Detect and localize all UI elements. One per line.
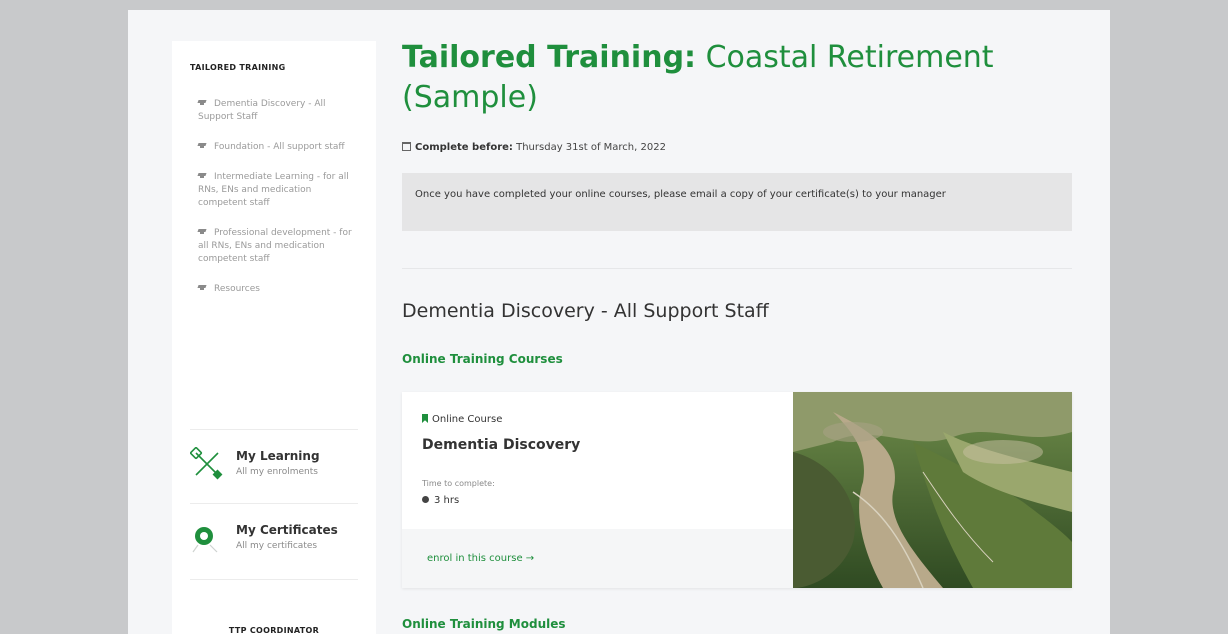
sidebar-item-label: Professional development - for all RNs, … bbox=[198, 228, 352, 264]
sidebar-nav: Dementia Discovery - All Support Staff F… bbox=[198, 98, 354, 313]
complete-before-label: Complete before: bbox=[415, 142, 513, 153]
courses-heading: Online Training Courses bbox=[402, 352, 563, 366]
time-to-complete: 3 hrs bbox=[422, 495, 459, 506]
sidebar-item-professional-development[interactable]: Professional development - for all RNs, … bbox=[198, 227, 354, 266]
sidebar-item-resources[interactable]: Resources bbox=[198, 283, 354, 296]
my-certificates-link[interactable]: My Certificates All my certificates bbox=[190, 519, 360, 563]
my-certificates-subtitle: All my certificates bbox=[236, 541, 318, 551]
sidebar-item-label: Foundation - All support staff bbox=[214, 142, 345, 152]
clock-icon bbox=[422, 496, 429, 503]
graduation-cap-icon bbox=[198, 173, 206, 178]
my-learning-subtitle: All my enrolments bbox=[236, 467, 318, 477]
graduation-cap-icon bbox=[198, 100, 206, 105]
calendar-icon bbox=[402, 142, 411, 151]
sidebar-divider bbox=[190, 429, 358, 430]
sidebar-divider bbox=[190, 579, 358, 580]
page-title-bold: Tailored Training: bbox=[402, 40, 697, 75]
sidebar: TAILORED TRAINING Dementia Discovery - A… bbox=[172, 41, 376, 634]
course-image bbox=[793, 392, 1072, 588]
graduation-cap-icon bbox=[198, 229, 206, 234]
course-card-body: Online Course Dementia Discovery Time to… bbox=[402, 392, 793, 588]
notice-box: Once you have completed your online cour… bbox=[402, 173, 1072, 231]
sidebar-item-label: Resources bbox=[214, 284, 260, 294]
divider bbox=[402, 268, 1072, 269]
my-learning-link[interactable]: My Learning All my enrolments bbox=[190, 445, 360, 489]
course-card-footer: enrol in this course → bbox=[402, 529, 793, 588]
graduation-cap-icon bbox=[198, 143, 206, 148]
my-certificates-title: My Certificates bbox=[236, 523, 338, 537]
sidebar-item-intermediate-learning[interactable]: Intermediate Learning - for all RNs, ENs… bbox=[198, 171, 354, 210]
coordinator-heading: TTP COORDINATOR bbox=[228, 626, 320, 634]
section-title: Dementia Discovery - All Support Staff bbox=[402, 300, 769, 322]
sidebar-item-foundation[interactable]: Foundation - All support staff bbox=[198, 141, 354, 154]
award-badge-icon bbox=[192, 527, 218, 553]
landscape-image bbox=[793, 392, 1072, 588]
page: TAILORED TRAINING Dementia Discovery - A… bbox=[128, 10, 1110, 634]
page-title: Tailored Training: Coastal Retirement (S… bbox=[402, 38, 1062, 118]
sidebar-item-label: Intermediate Learning - for all RNs, ENs… bbox=[198, 172, 349, 208]
tools-icon bbox=[190, 447, 223, 480]
sidebar-item-dementia-discovery[interactable]: Dementia Discovery - All Support Staff bbox=[198, 98, 354, 124]
complete-before: Complete before: Thursday 31st of March,… bbox=[402, 141, 666, 153]
course-card: Online Course Dementia Discovery Time to… bbox=[402, 392, 1072, 588]
complete-before-date: Thursday 31st of March, 2022 bbox=[516, 142, 666, 153]
course-type: Online Course bbox=[422, 413, 502, 425]
my-learning-title: My Learning bbox=[236, 449, 320, 463]
graduation-cap-icon bbox=[198, 285, 206, 290]
sidebar-divider bbox=[190, 503, 358, 504]
course-type-label: Online Course bbox=[432, 414, 503, 425]
sidebar-heading: TAILORED TRAINING bbox=[190, 63, 286, 72]
sidebar-item-label: Dementia Discovery - All Support Staff bbox=[198, 99, 326, 122]
bookmark-icon bbox=[422, 414, 428, 423]
enrol-course-link[interactable]: enrol in this course → bbox=[427, 553, 534, 564]
modules-heading: Online Training Modules bbox=[402, 617, 566, 631]
course-title: Dementia Discovery bbox=[422, 437, 581, 453]
time-to-complete-label: Time to complete: bbox=[422, 479, 495, 488]
time-to-complete-value: 3 hrs bbox=[434, 495, 460, 506]
